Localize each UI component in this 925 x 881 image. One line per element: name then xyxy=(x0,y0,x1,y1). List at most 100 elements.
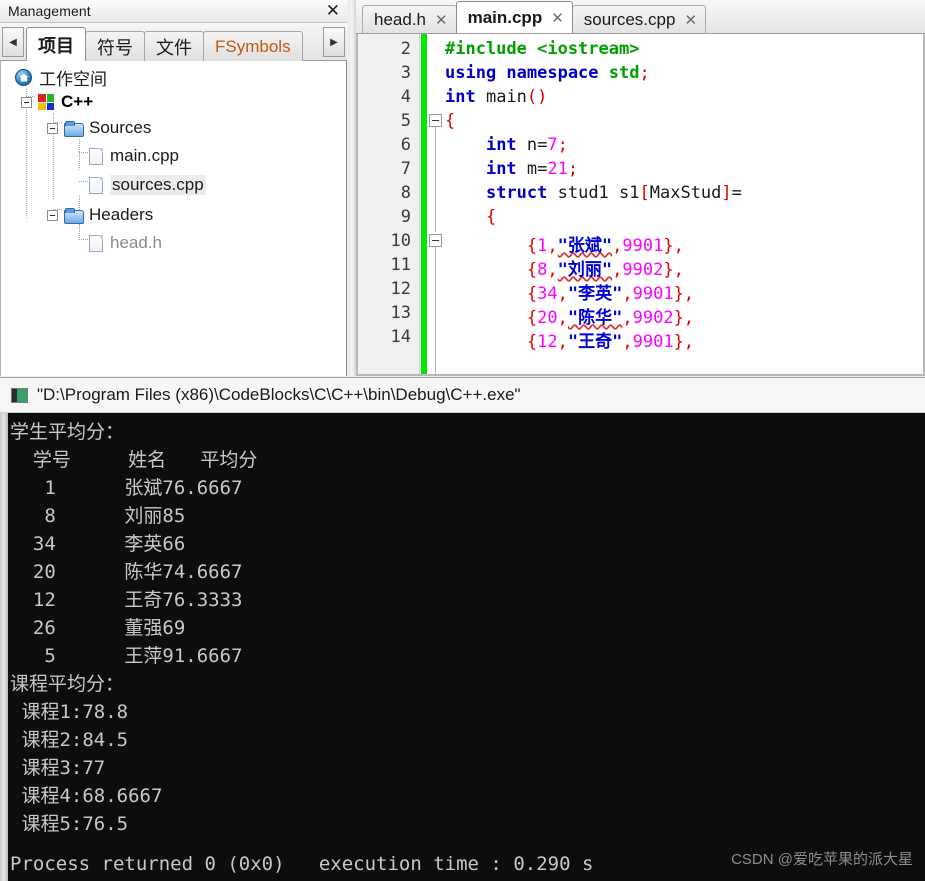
console-titlebar[interactable]: "D:\Program Files (x86)\CodeBlocks\C\C++… xyxy=(0,377,925,413)
tab-projects[interactable]: 项目 xyxy=(26,27,86,61)
management-header: Management ✕ xyxy=(0,0,347,23)
editor-tab-label: main.cpp xyxy=(467,7,543,27)
output-line: 课程2:84.5 xyxy=(10,729,129,751)
console-window: "D:\Program Files (x86)\CodeBlocks\C\C++… xyxy=(0,377,925,881)
line-number: 9 xyxy=(400,207,411,227)
code-line: {8,"刘丽",9902}, xyxy=(526,260,684,280)
tab-files[interactable]: 文件 xyxy=(144,31,204,61)
expander-icon[interactable] xyxy=(47,122,58,134)
line-number: 10 xyxy=(390,231,411,251)
tree-guide xyxy=(79,139,80,170)
line-number: 4 xyxy=(400,87,411,107)
output-line: 课程5:76.5 xyxy=(10,813,129,835)
editor-tab-main-cpp[interactable]: main.cpp ✕ xyxy=(455,1,573,33)
tree-guide xyxy=(79,224,80,240)
scroll-right-icon[interactable]: ▶ xyxy=(323,27,345,57)
fold-toggle-icon[interactable] xyxy=(429,234,442,247)
output-line: 课程平均分： xyxy=(10,673,125,695)
tree-item-sources-cpp[interactable]: sources.cpp xyxy=(89,174,206,196)
close-icon[interactable]: ✕ xyxy=(551,9,564,27)
tree-item-label: Sources xyxy=(89,118,152,137)
close-icon[interactable]: ✕ xyxy=(435,11,448,29)
output-line: 课程3:77 xyxy=(10,757,106,779)
tab-symbols[interactable]: 符号 xyxy=(85,31,145,61)
folder-open-icon xyxy=(64,207,84,224)
codeblocks-ide-screenshot: Management ✕ ◀ 项目 符号 文件 FSymbols ▶ 工作空间 … xyxy=(0,0,925,881)
output-line: 学号 姓名 平均分 xyxy=(10,449,258,471)
line-number: 13 xyxy=(390,303,411,323)
tree-item-label: C++ xyxy=(61,92,94,111)
output-line: 12 王奇76.3333 xyxy=(10,589,243,611)
code-line: #include <iostream> xyxy=(445,39,640,59)
fold-toggle-icon[interactable] xyxy=(429,114,442,127)
tree-item-sources[interactable]: Sources xyxy=(47,117,151,139)
home-icon xyxy=(15,68,32,86)
code-line: {12,"王奇",9901}, xyxy=(526,332,695,352)
folder-open-icon xyxy=(64,120,84,137)
output-line: 8 刘丽85 xyxy=(10,505,186,527)
line-number: 7 xyxy=(400,159,411,179)
line-number: 8 xyxy=(400,183,411,203)
close-icon[interactable]: ✕ xyxy=(684,11,697,29)
management-title: Management xyxy=(8,3,91,19)
tree-item-project[interactable]: C++ xyxy=(21,91,93,113)
vertical-splitter[interactable] xyxy=(348,0,356,376)
management-tabstrip: ◀ 项目 符号 文件 FSymbols ▶ xyxy=(0,23,347,61)
tab-fsymbols[interactable]: FSymbols xyxy=(203,31,303,61)
tree-item-main-cpp[interactable]: main.cpp xyxy=(89,145,179,167)
line-number: 14 xyxy=(390,327,411,347)
tree-item-headers[interactable]: Headers xyxy=(47,204,153,226)
file-icon xyxy=(89,234,103,252)
line-number: 11 xyxy=(390,255,411,275)
expander-icon[interactable] xyxy=(47,209,58,221)
console-title-text: "D:\Program Files (x86)\CodeBlocks\C\C++… xyxy=(37,385,521,404)
output-line: 学生平均分： xyxy=(10,421,125,443)
editor-tab-label: head.h xyxy=(374,9,426,29)
code-editor[interactable]: 2 3 4 5 6 7 8 9 10 11 12 13 14 #include … xyxy=(356,34,925,376)
code-line: { xyxy=(445,111,456,131)
tree-item-label: sources.cpp xyxy=(110,175,206,195)
editor-tab-sources-cpp[interactable]: sources.cpp ✕ xyxy=(571,5,707,33)
output-line: 课程1:78.8 xyxy=(10,701,129,723)
editor-tab-head-h[interactable]: head.h ✕ xyxy=(362,5,457,33)
line-number: 2 xyxy=(400,39,411,59)
code-line: {34,"李英",9901}, xyxy=(526,284,695,304)
fold-margin[interactable] xyxy=(427,34,445,374)
line-number-gutter: 2 3 4 5 6 7 8 9 10 11 12 13 14 xyxy=(358,34,420,374)
line-number: 5 xyxy=(400,111,411,131)
code-line: { xyxy=(485,207,497,227)
output-line: 5 王萍91.6667 xyxy=(10,645,243,667)
tree-item-label: head.h xyxy=(110,233,162,252)
output-line: 34 李英66 xyxy=(10,533,186,555)
tree-item-label: Headers xyxy=(89,205,154,224)
code-line: {20,"陈华",9902}, xyxy=(526,308,695,328)
line-number: 6 xyxy=(400,135,411,155)
line-number: 12 xyxy=(390,279,411,299)
expander-icon[interactable] xyxy=(21,96,32,108)
editor-tab-label: sources.cpp xyxy=(583,9,676,29)
code-line: using namespace std; xyxy=(445,63,650,83)
file-icon xyxy=(89,147,103,165)
tree-item-label: main.cpp xyxy=(110,146,179,165)
output-line: 1 张斌76.6667 xyxy=(10,477,243,499)
code-line: int n=7; xyxy=(485,135,568,155)
fold-guide xyxy=(435,127,436,232)
tree-item-head-h[interactable]: head.h xyxy=(89,232,162,254)
code-line: struct stud1 s1[MaxStud]= xyxy=(485,183,742,203)
fold-guide xyxy=(435,247,436,374)
console-left-edge xyxy=(0,413,8,881)
watermark: CSDN @爱吃苹果的派大星 xyxy=(731,851,913,868)
scroll-left-icon[interactable]: ◀ xyxy=(2,27,24,57)
code-text[interactable]: #include <iostream> using namespace std;… xyxy=(445,34,923,374)
tree-item-label: 工作空间 xyxy=(39,69,107,89)
output-line: 26 董强69 xyxy=(10,617,186,639)
tree-item-workspace[interactable]: 工作空间 xyxy=(15,66,107,89)
project-tree: 工作空间 C++ Sources main.cpp sources.cpp He… xyxy=(0,61,346,376)
console-output[interactable]: 学生平均分： 学号 姓名 平均分 1 张斌76.6667 8 刘丽85 34 李… xyxy=(8,413,925,881)
file-icon xyxy=(89,176,103,194)
code-line: {1,"张斌",9901}, xyxy=(526,236,684,256)
close-icon[interactable]: ✕ xyxy=(326,1,340,21)
code-line: int m=21; xyxy=(485,159,579,179)
editor-panel: head.h ✕ main.cpp ✕ sources.cpp ✕ 2 3 4 … xyxy=(348,0,925,376)
project-icon xyxy=(38,94,54,110)
